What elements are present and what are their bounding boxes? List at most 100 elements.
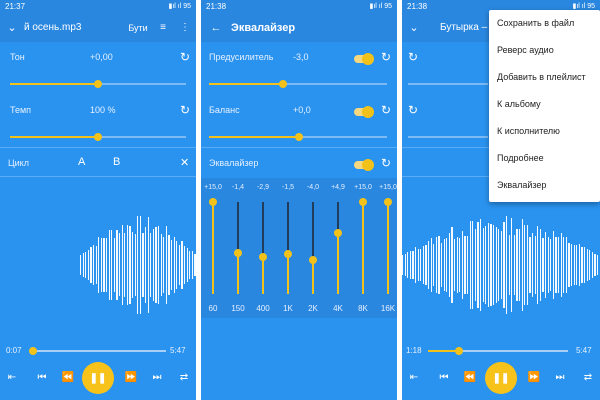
reset-tempo-icon[interactable]: ↻ — [180, 103, 190, 117]
waveform-bar — [165, 226, 168, 304]
waveform-bar — [132, 231, 134, 299]
waveform-bar — [150, 232, 152, 298]
eq-band-fill — [287, 253, 289, 294]
reset-equalizer-icon[interactable]: ↻ — [381, 156, 391, 170]
fast-forward-icon[interactable]: ⏩ — [123, 372, 139, 383]
previous-icon[interactable]: ⏮ — [34, 372, 50, 383]
pause-button[interactable]: ❚❚ — [485, 362, 517, 394]
waveform-bar — [106, 238, 108, 292]
waveform-bar — [407, 251, 409, 279]
rewind-icon[interactable]: ⏪ — [60, 372, 76, 383]
eq-band-1K[interactable]: -1,5 1K — [278, 178, 298, 318]
loop-b-button[interactable]: B — [113, 156, 120, 168]
waveform-bar — [412, 251, 414, 279]
menu-item-add-to-playlist[interactable]: Добавить в плейлист — [489, 64, 600, 91]
waveform-bar — [448, 233, 451, 297]
eq-band-150[interactable]: -1,4 150 — [228, 178, 248, 318]
menu-item-details[interactable]: Подробнее — [489, 145, 600, 172]
eq-band-knob[interactable] — [259, 253, 267, 262]
eq-band-16K[interactable]: +15,0 16K — [378, 178, 397, 318]
chevron-down-icon[interactable]: ⌄ — [0, 21, 24, 34]
status-time: 21:38 — [407, 2, 428, 11]
waveform-bar — [454, 238, 456, 292]
page-title: Эквалайзер — [231, 21, 296, 34]
seek-bar[interactable] — [30, 350, 166, 352]
eq-band-knob[interactable] — [284, 249, 292, 258]
eq-band-gain: +15,0 — [379, 184, 397, 191]
eq-band-60[interactable]: +15,0 60 — [203, 178, 223, 318]
waveform[interactable] — [0, 210, 196, 320]
next-icon[interactable]: ⏭ — [552, 372, 568, 383]
pause-button[interactable]: ❚❚ — [82, 362, 114, 394]
back-arrow-icon[interactable]: ← — [201, 22, 231, 34]
waveform-bar — [555, 236, 557, 294]
more-icon[interactable]: ⋮ — [174, 22, 196, 33]
waveform-bar — [425, 245, 427, 285]
waveform-bar — [467, 236, 469, 294]
balance-toggle[interactable] — [354, 106, 374, 118]
eq-band-knob[interactable] — [209, 198, 217, 206]
waveform-bar — [461, 230, 464, 300]
eq-band-4K[interactable]: +4,9 4K — [328, 178, 348, 318]
menu-item-equalizer[interactable]: Эквалайзер — [489, 172, 600, 199]
playlist-icon[interactable]: ≡ — [152, 22, 174, 33]
waveform-bar — [126, 225, 129, 305]
chevron-down-icon[interactable]: ⌄ — [402, 21, 426, 34]
waveform-bar — [498, 229, 500, 301]
eq-band-knob[interactable] — [309, 255, 317, 264]
shuffle-left-icon[interactable]: ⇤ — [406, 372, 422, 383]
rewind-icon[interactable]: ⏪ — [462, 372, 478, 383]
waveform-bar — [124, 233, 126, 297]
divider — [0, 147, 196, 148]
tempo-slider-thumb[interactable] — [94, 133, 102, 141]
waveform-bar — [147, 217, 149, 313]
loop-a-button[interactable]: A — [78, 156, 85, 168]
reset-tempo-icon[interactable]: ↻ — [408, 103, 418, 117]
waveform-bar — [160, 234, 162, 296]
waveform-bar — [95, 246, 97, 284]
seek-bar-thumb[interactable] — [454, 347, 463, 355]
eq-band-knob[interactable] — [359, 198, 367, 206]
waveform-bar — [597, 254, 599, 276]
previous-icon[interactable]: ⏮ — [436, 372, 452, 383]
preamp-slider-thumb[interactable] — [279, 80, 287, 88]
next-icon[interactable]: ⏭ — [149, 372, 165, 383]
eq-band-knob[interactable] — [234, 248, 242, 257]
seek-bar-thumb[interactable] — [28, 347, 37, 355]
eq-band-400[interactable]: -2,9 400 — [253, 178, 273, 318]
menu-item-go-to-artist[interactable]: К исполнителю — [489, 118, 600, 145]
repeat-icon[interactable]: ⇄ — [176, 372, 192, 383]
tempo-slider[interactable] — [408, 136, 488, 138]
waveform-bar — [474, 229, 477, 301]
eq-band-knob[interactable] — [384, 198, 392, 206]
waveform-bar — [547, 237, 549, 293]
eq-band-8K[interactable]: +15,0 8K — [353, 178, 373, 318]
tempo-value: 100 % — [90, 105, 116, 115]
waveform[interactable] — [402, 210, 600, 320]
menu-item-go-to-album[interactable]: К альбому — [489, 91, 600, 118]
waveform-bar — [537, 226, 539, 304]
menu-item-save-to-file[interactable]: Сохранить в файл — [489, 10, 600, 37]
status-time: 21:37 — [5, 2, 26, 11]
close-icon[interactable]: ✕ — [180, 156, 189, 169]
pitch-slider-thumb[interactable] — [94, 80, 102, 88]
balance-slider-thumb[interactable] — [295, 133, 303, 141]
eq-band-2K[interactable]: -4,0 2K — [303, 178, 323, 318]
eq-band-knob[interactable] — [334, 229, 342, 238]
waveform-bar — [568, 242, 570, 288]
pitch-slider[interactable] — [408, 83, 488, 85]
equalizer-toggle[interactable] — [354, 159, 374, 171]
status-bar: 21:38 ▮ıl ıl 95 — [201, 0, 397, 13]
reset-pitch-icon[interactable]: ↻ — [180, 50, 190, 64]
menu-item-reverse-audio[interactable]: Реверс аудио — [489, 37, 600, 64]
reset-balance-icon[interactable]: ↻ — [381, 103, 391, 117]
shuffle-left-icon[interactable]: ⇤ — [4, 372, 20, 383]
preamp-toggle[interactable] — [354, 53, 374, 65]
repeat-icon[interactable]: ⇄ — [580, 372, 596, 383]
waveform-bar — [158, 226, 160, 304]
fast-forward-icon[interactable]: ⏩ — [526, 372, 542, 383]
reset-preamp-icon[interactable]: ↻ — [381, 50, 391, 64]
reset-pitch-icon[interactable]: ↻ — [408, 50, 418, 64]
waveform-bar — [152, 228, 155, 302]
waveform-bar — [142, 232, 144, 298]
